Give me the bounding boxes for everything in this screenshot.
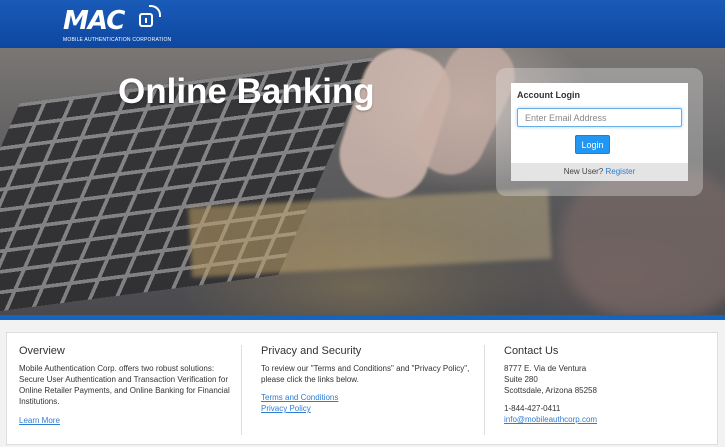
privacy-heading: Privacy and Security <box>261 345 362 357</box>
overview-text: Mobile Authentication Corp. offers two r… <box>19 364 230 406</box>
column-divider <box>484 345 485 435</box>
brand-logo[interactable]: MAC MOBILE AUTHENTICATION CORPORATION <box>63 5 171 46</box>
info-section: Overview Mobile Authentication Corp. off… <box>0 320 725 447</box>
address-line-2: Suite 280 <box>504 375 538 384</box>
logo-text: MAC <box>63 6 125 36</box>
contact-heading: Contact Us <box>504 345 559 357</box>
hero-banner: Online Banking Account Login Login New U… <box>0 48 725 315</box>
login-panel: Account Login Login New User? Register <box>496 68 703 196</box>
new-user-row: New User? Register <box>511 163 688 181</box>
info-box: Overview Mobile Authentication Corp. off… <box>6 332 718 445</box>
column-divider <box>241 345 242 435</box>
privacy-policy-link[interactable]: Privacy Policy <box>261 403 311 414</box>
email-link[interactable]: info@mobileauthcorp.com <box>504 414 597 425</box>
address-line-3: Scottsdale, Arizona 85258 <box>504 386 597 395</box>
overview-column: Overview Mobile Authentication Corp. off… <box>19 333 234 444</box>
new-user-text: New User? <box>563 167 604 176</box>
login-button[interactable]: Login <box>575 135 610 154</box>
privacy-text: To review our "Terms and Conditions" and… <box>261 364 470 384</box>
learn-more-link[interactable]: Learn More <box>19 415 60 426</box>
email-input[interactable] <box>517 108 682 127</box>
phone-number: 1-844-427-0411 <box>504 404 561 413</box>
address-line-1: 8777 E. Via de Ventura <box>504 364 587 373</box>
login-form: Account Login Login New User? Register <box>511 83 688 181</box>
privacy-column: Privacy and Security To review our "Term… <box>261 333 481 444</box>
register-link[interactable]: Register <box>606 167 636 176</box>
site-header: MAC MOBILE AUTHENTICATION CORPORATION <box>0 0 725 48</box>
overview-heading: Overview <box>19 345 65 357</box>
logo-tagline: MOBILE AUTHENTICATION CORPORATION <box>63 37 172 43</box>
page-title: Online Banking <box>118 72 375 111</box>
terms-link[interactable]: Terms and Conditions <box>261 392 338 403</box>
signal-icon <box>149 5 161 17</box>
login-title: Account Login <box>517 90 580 100</box>
contact-column: Contact Us 8777 E. Via de Ventura Suite … <box>504 333 704 444</box>
